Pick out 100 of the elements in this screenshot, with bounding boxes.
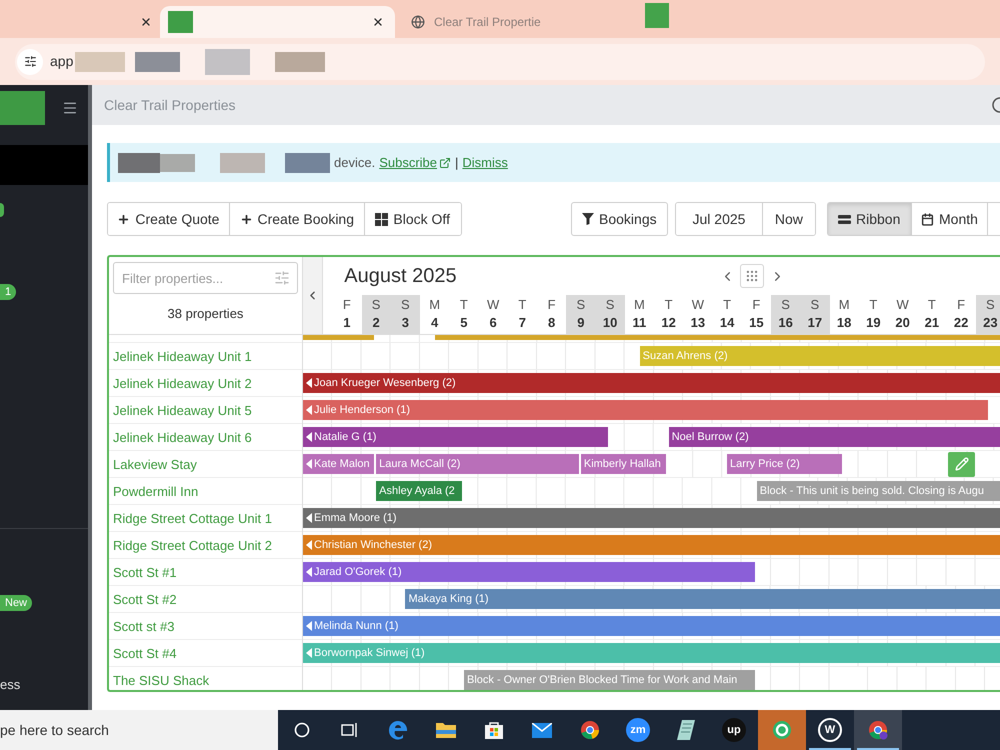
count-badge: 1 [0, 284, 16, 300]
count-badge: New [0, 595, 32, 611]
date-picker-button[interactable]: Jul 2025 [676, 203, 764, 235]
redaction-block [160, 154, 195, 172]
property-name[interactable]: Scott st #3 [113, 618, 174, 634]
address-field[interactable]: app [15, 44, 985, 80]
weekday-label: S [781, 296, 790, 314]
filter-button[interactable]: Bookings [570, 202, 668, 236]
booking-bar[interactable]: Joan Krueger Wesenberg (2) [303, 373, 1000, 393]
triangle-left-icon [306, 648, 312, 658]
triangle-left-icon [306, 459, 312, 469]
subscribe-link[interactable]: Subscribe [379, 152, 452, 172]
menu-icon[interactable] [62, 100, 78, 116]
day-number: 10 [602, 314, 618, 332]
property-name[interactable]: Jelinek Hideaway Unit 5 [113, 402, 252, 418]
property-name[interactable]: Ridge Street Cottage Unit 2 [113, 538, 272, 552]
property-name[interactable]: Ridge Street Cottage Unit 1 [113, 510, 272, 526]
search-field[interactable]: pe here to search [0, 710, 278, 750]
day-number: 2 [372, 314, 380, 332]
property-name[interactable]: Jelinek Hideaway Unit 6 [113, 430, 252, 444]
redaction-block [275, 52, 326, 72]
booking-bar[interactable]: Kate Malon [303, 454, 374, 474]
day-number: 5 [460, 314, 468, 332]
booking-bar[interactable]: Block - This unit is being sold. Closing is Augu [756, 481, 1000, 501]
property-name[interactable]: Powdermill Inn [113, 484, 198, 498]
booking-bar[interactable]: Melinda Nunn (1) [303, 616, 1000, 636]
weekday-label: F [752, 296, 760, 314]
property-name[interactable]: Scott St #1 [113, 564, 177, 580]
booking-bar[interactable]: Larry Price (2) [727, 454, 842, 474]
app-logo: zm [626, 718, 650, 742]
booking-bar[interactable]: Jarad O'Gorek (1) [303, 562, 755, 582]
grid-icon [375, 212, 388, 226]
triangle-left-icon [306, 378, 312, 388]
booking-bar[interactable]: Emma Moore (1) [303, 508, 1000, 528]
day-number: 15 [749, 314, 764, 332]
property-name[interactable]: Jelinek Hideaway Unit 2 [113, 376, 252, 390]
url-text: app [50, 52, 74, 71]
property-name[interactable]: Lakeview Stay [113, 456, 197, 472]
triangle-left-icon [306, 432, 312, 442]
redaction-block [135, 52, 180, 72]
triangle-left-icon [306, 405, 312, 415]
close-icon[interactable] [372, 16, 384, 28]
taskbar-button[interactable]: W [806, 710, 854, 750]
property-name[interactable]: Scott St #4 [113, 646, 177, 660]
triangle-left-icon [306, 513, 312, 523]
booking-bar[interactable]: Borwornpak Sinwej (1) [303, 643, 1000, 663]
booking-bar[interactable]: Julie Henderson (1) [303, 400, 988, 420]
property-name[interactable]: Scott St #2 [113, 592, 177, 606]
redaction-block [645, 3, 669, 28]
notepad-icon [677, 720, 695, 740]
view-tab[interactable]: Ribbon [828, 203, 912, 235]
booking-bar[interactable]: Ashley Ayala (2 [376, 481, 462, 501]
filter-field[interactable]: Filter properties... [113, 262, 298, 294]
booking-bar[interactable]: Christian Winchester (2) [303, 535, 1000, 555]
weekday-label: F [957, 296, 966, 314]
browser-tab[interactable]: Clear Trail Propertie [398, 6, 628, 38]
booking-bar[interactable]: Natalie G (1) [303, 427, 608, 447]
booking-bar[interactable]: Kimberly Hallah [580, 454, 666, 474]
triangle-left-icon [306, 621, 312, 631]
day-number: 4 [431, 314, 438, 332]
booking-bar[interactable]: Makaya King (1) [405, 589, 1000, 609]
weekday-label: M [634, 296, 645, 314]
toolbar-button[interactable]: Create Quote [108, 203, 230, 235]
site-settings-icon[interactable] [17, 48, 43, 74]
day-number: 20 [895, 314, 910, 332]
day-number: 13 [690, 314, 706, 332]
weekday-label: S [401, 296, 410, 314]
triangle-left-icon [306, 567, 312, 577]
app-logo: W [818, 718, 842, 742]
taskbar-button[interactable]: up [710, 710, 758, 750]
weekday-label: S [372, 296, 380, 314]
bars-icon [838, 214, 852, 224]
taskbar-button[interactable]: zm [614, 710, 662, 750]
mail-icon [532, 722, 552, 738]
separator-text: | [455, 154, 458, 172]
booking-bar[interactable]: Noel Burrow (2) [668, 427, 1000, 447]
filter-icon [582, 213, 594, 225]
day-number: 23 [983, 314, 998, 332]
booking-bar[interactable]: Laura McCall (2) [376, 454, 579, 474]
day-number: 7 [518, 314, 526, 332]
app-icon [772, 720, 792, 740]
dismiss-link[interactable]: Dismiss [462, 152, 508, 172]
booking-bar[interactable]: Block - Owner O'Brien Blocked Time for Work and Main [464, 670, 754, 690]
property-name[interactable]: The SISU Shack [113, 672, 210, 688]
date-grid-button[interactable] [740, 264, 764, 288]
app-title: Clear Trail Properties [104, 96, 236, 115]
sliders-icon[interactable] [274, 270, 290, 286]
booking-bar[interactable]: Suzan Ahrens (2) [640, 346, 1000, 366]
calendar-icon [921, 212, 934, 226]
weekday-label: F [548, 296, 556, 314]
day-number: 18 [836, 314, 852, 332]
store-icon [484, 720, 504, 740]
weekday-label: S [810, 296, 820, 314]
close-icon[interactable] [140, 16, 152, 28]
property-name[interactable]: Jelinek Hideaway Unit 1 [113, 348, 252, 364]
weekday-label: T [723, 296, 732, 314]
external-link-icon [439, 156, 452, 168]
redaction-block [285, 152, 330, 172]
menu-label[interactable]: ess [0, 677, 20, 692]
redaction-block [205, 48, 250, 74]
